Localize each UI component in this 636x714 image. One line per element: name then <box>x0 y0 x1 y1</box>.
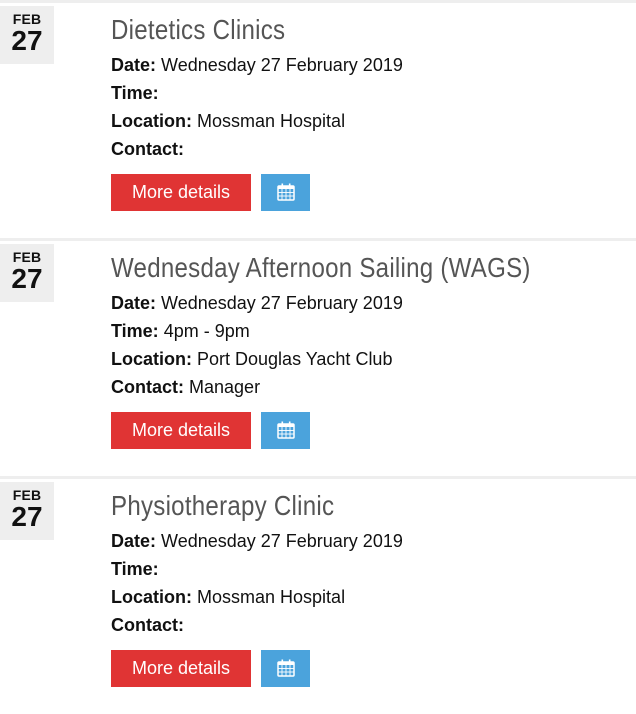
contact-row: Contact: Manager <box>111 373 631 401</box>
date-day: 27 <box>11 25 43 56</box>
date-badge: FEB 27 <box>0 244 54 302</box>
date-month: FEB <box>12 11 42 27</box>
contact-label: Contact: <box>111 615 184 635</box>
event-title[interactable]: Wednesday Afternoon Sailing (WAGS) <box>111 251 558 285</box>
location-value: Port Douglas Yacht Club <box>197 349 393 369</box>
more-details-button[interactable]: More details <box>111 173 251 211</box>
event-item: FEB 27 Physiotherapy Clinic Date: Wednes… <box>0 476 636 714</box>
date-value: Wednesday 27 February 2019 <box>161 531 403 551</box>
time-label: Time: <box>111 83 159 103</box>
more-details-button[interactable]: More details <box>111 649 251 687</box>
time-row: Time: <box>111 555 631 583</box>
calendar-icon <box>276 183 295 201</box>
time-label: Time: <box>111 321 159 341</box>
date-day: 27 <box>11 263 43 294</box>
time-row: Time: 4pm - 9pm <box>111 317 631 345</box>
contact-value: Manager <box>189 377 261 397</box>
contact-label: Contact: <box>111 377 184 397</box>
add-to-calendar-button[interactable] <box>261 649 310 687</box>
date-value: Wednesday 27 February 2019 <box>161 293 403 313</box>
location-label: Location: <box>111 349 192 369</box>
date-value: Wednesday 27 February 2019 <box>161 55 403 75</box>
calendar-icon <box>276 421 295 439</box>
date-row: Date: Wednesday 27 February 2019 <box>111 527 631 555</box>
location-row: Location: Mossman Hospital <box>111 107 631 135</box>
date-badge: FEB 27 <box>0 482 54 540</box>
event-content: Wednesday Afternoon Sailing (WAGS) Date:… <box>111 251 631 449</box>
date-label: Date: <box>111 531 157 551</box>
event-fields: Date: Wednesday 27 February 2019 Time: L… <box>111 51 631 163</box>
date-row: Date: Wednesday 27 February 2019 <box>111 51 631 79</box>
add-to-calendar-button[interactable] <box>261 173 310 211</box>
location-row: Location: Port Douglas Yacht Club <box>111 345 631 373</box>
location-value: Mossman Hospital <box>197 111 346 131</box>
add-to-calendar-button[interactable] <box>261 411 310 449</box>
contact-row: Contact: <box>111 135 631 163</box>
event-item: FEB 27 Wednesday Afternoon Sailing (WAGS… <box>0 238 636 476</box>
event-title[interactable]: Physiotherapy Clinic <box>111 489 558 523</box>
date-badge: FEB 27 <box>0 6 54 64</box>
date-day: 27 <box>11 501 43 532</box>
time-value: 4pm - 9pm <box>163 321 250 341</box>
location-value: Mossman Hospital <box>197 587 346 607</box>
event-content: Dietetics Clinics Date: Wednesday 27 Feb… <box>111 13 631 211</box>
date-row: Date: Wednesday 27 February 2019 <box>111 289 631 317</box>
event-actions: More details <box>111 411 631 449</box>
contact-label: Contact: <box>111 139 184 159</box>
event-title[interactable]: Dietetics Clinics <box>111 13 558 47</box>
more-details-button[interactable]: More details <box>111 411 251 449</box>
event-actions: More details <box>111 173 631 211</box>
time-row: Time: <box>111 79 631 107</box>
event-fields: Date: Wednesday 27 February 2019 Time: L… <box>111 527 631 639</box>
date-month: FEB <box>12 487 42 503</box>
date-month: FEB <box>12 249 42 265</box>
location-label: Location: <box>111 111 192 131</box>
calendar-icon <box>276 659 295 677</box>
event-content: Physiotherapy Clinic Date: Wednesday 27 … <box>111 489 631 687</box>
date-label: Date: <box>111 55 157 75</box>
location-row: Location: Mossman Hospital <box>111 583 631 611</box>
date-label: Date: <box>111 293 157 313</box>
event-fields: Date: Wednesday 27 February 2019 Time: 4… <box>111 289 631 401</box>
contact-row: Contact: <box>111 611 631 639</box>
event-actions: More details <box>111 649 631 687</box>
event-item: FEB 27 Dietetics Clinics Date: Wednesday… <box>0 0 636 238</box>
location-label: Location: <box>111 587 192 607</box>
time-label: Time: <box>111 559 159 579</box>
